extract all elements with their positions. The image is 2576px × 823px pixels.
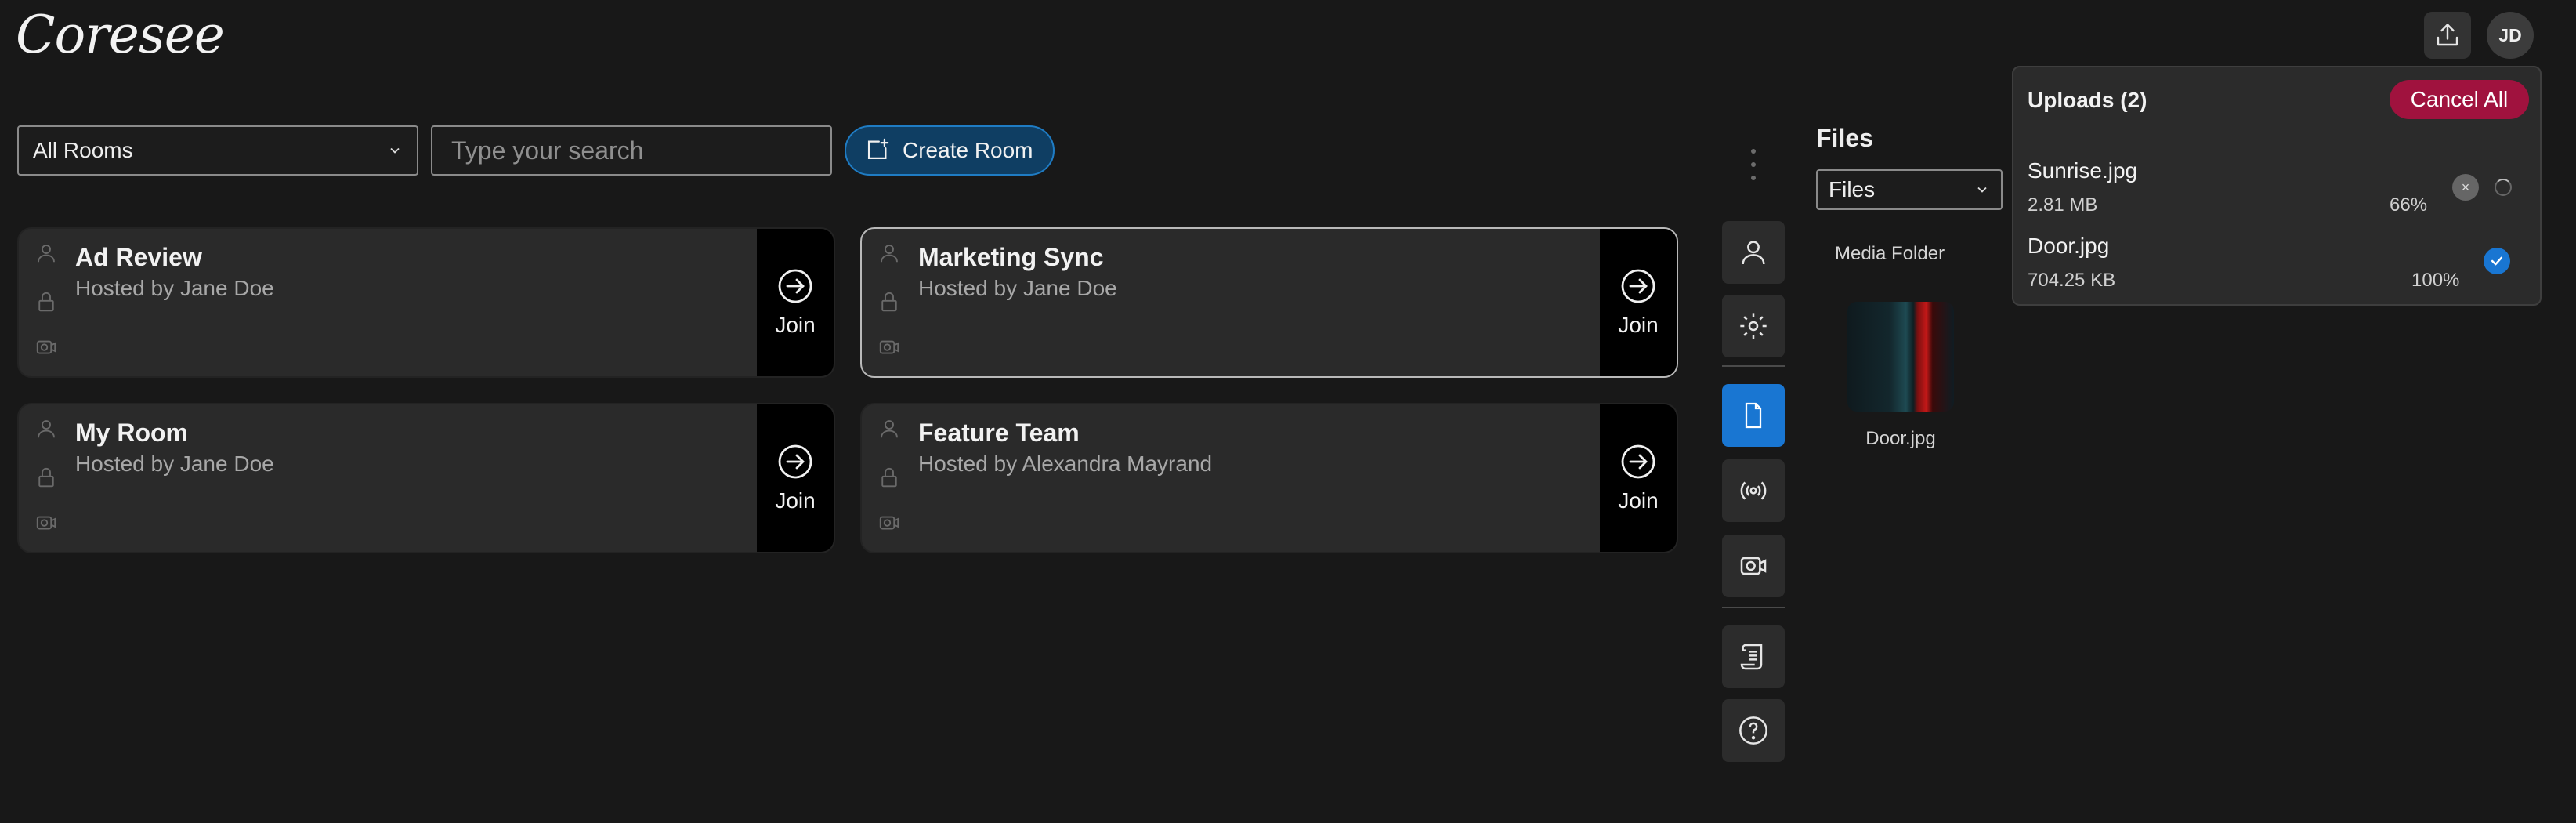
upload-icon [2437, 24, 2458, 46]
cancel-upload-icon[interactable]: × [2452, 174, 2479, 201]
host-icon [33, 415, 60, 442]
upload-file-size: 2.81 MB [2028, 194, 2098, 216]
host-icon [876, 240, 903, 266]
enter-icon [1621, 269, 1655, 303]
more-options-icon[interactable] [1746, 149, 1761, 180]
chevron-down-icon [1977, 187, 1987, 193]
gear-icon [1740, 313, 1767, 339]
rooms-filter-value: All Rooms [33, 138, 133, 162]
help-icon [1739, 716, 1767, 745]
room-title: My Room [75, 419, 188, 447]
room-search-input[interactable] [431, 125, 832, 176]
files-type-value: Files [1829, 177, 1876, 201]
rail-camera-button[interactable] [1722, 535, 1785, 597]
join-button[interactable]: Join [1600, 229, 1677, 376]
rail-users-button[interactable] [1722, 221, 1785, 284]
host-icon [876, 415, 903, 442]
lock-icon [876, 464, 903, 491]
create-room-label: Create Room [903, 138, 1033, 162]
enter-icon [1621, 444, 1655, 479]
check-icon [2484, 248, 2510, 274]
files-panel-title: Files [1816, 124, 1873, 152]
uploads-title: Uploads (2) [2028, 88, 2147, 112]
room-card[interactable]: My Room Hosted by Jane Doe Join [17, 403, 835, 553]
spinner-icon [2495, 179, 2512, 196]
room-title: Ad Review [75, 243, 202, 271]
broadcast-icon [1740, 481, 1767, 500]
host-icon [33, 240, 60, 266]
camera-icon [33, 509, 60, 536]
camera-icon [1740, 557, 1767, 575]
room-card[interactable]: Ad Review Hosted by Jane Doe Join [17, 227, 835, 378]
room-host: Hosted by Alexandra Mayrand [918, 451, 1213, 476]
enter-icon [778, 444, 812, 479]
room-host: Hosted by Jane Doe [918, 276, 1117, 300]
add-room-icon [867, 138, 889, 160]
rail-divider [1722, 607, 1785, 608]
user-icon [1742, 241, 1765, 265]
join-button[interactable]: Join [757, 229, 834, 376]
join-button[interactable]: Join [1600, 404, 1677, 552]
upload-percent: 66% [2390, 194, 2428, 216]
rooms-filter-select[interactable]: All Rooms [17, 125, 418, 176]
join-button[interactable]: Join [757, 404, 834, 552]
upload-file-size: 704.25 KB [2028, 270, 2116, 291]
rail-divider [1722, 365, 1785, 367]
upload-percent: 100% [2411, 270, 2460, 291]
chevron-down-icon [390, 147, 400, 154]
lock-icon [33, 464, 60, 491]
room-card[interactable]: Marketing Sync Hosted by Jane Doe Join [860, 227, 1678, 378]
app-logo: Coresee [16, 5, 225, 65]
room-host: Hosted by Jane Doe [75, 451, 274, 476]
lock-icon [33, 288, 60, 315]
join-label: Join [775, 488, 816, 513]
uploads-button[interactable] [2424, 12, 2471, 59]
file-icon [1745, 402, 1762, 429]
rail-broadcast-button[interactable] [1722, 459, 1785, 522]
file-name: Door.jpg [1865, 428, 1936, 449]
room-card[interactable]: Feature Team Hosted by Alexandra Mayrand… [860, 403, 1678, 553]
rail-help-button[interactable] [1722, 699, 1785, 762]
rail-files-button[interactable] [1722, 384, 1785, 447]
scroll-icon [1740, 644, 1763, 670]
join-label: Join [1618, 313, 1659, 337]
upload-file-name: Sunrise.jpg [2028, 158, 2138, 183]
upload-file-name: Door.jpg [2028, 234, 2110, 258]
rail-settings-button[interactable] [1722, 295, 1785, 357]
room-title: Feature Team [918, 419, 1080, 447]
room-host: Hosted by Jane Doe [75, 276, 274, 300]
camera-icon [876, 509, 903, 536]
media-folder-link[interactable]: Media Folder [1835, 243, 1945, 265]
files-type-select[interactable]: Files [1816, 169, 2003, 210]
join-label: Join [775, 313, 816, 337]
create-room-button[interactable]: Create Room [845, 125, 1055, 176]
join-label: Join [1618, 488, 1659, 513]
lock-icon [876, 288, 903, 315]
room-title: Marketing Sync [918, 243, 1104, 271]
camera-icon [876, 334, 903, 361]
camera-icon [33, 334, 60, 361]
uploads-popover: Uploads (2) Cancel All Sunrise.jpg 2.81 … [2012, 66, 2542, 306]
cancel-all-button[interactable]: Cancel All [2390, 80, 2529, 119]
file-thumbnail[interactable] [1847, 302, 1954, 412]
enter-icon [778, 269, 812, 303]
rail-notes-button[interactable] [1722, 625, 1785, 688]
user-avatar[interactable]: JD [2487, 12, 2534, 59]
